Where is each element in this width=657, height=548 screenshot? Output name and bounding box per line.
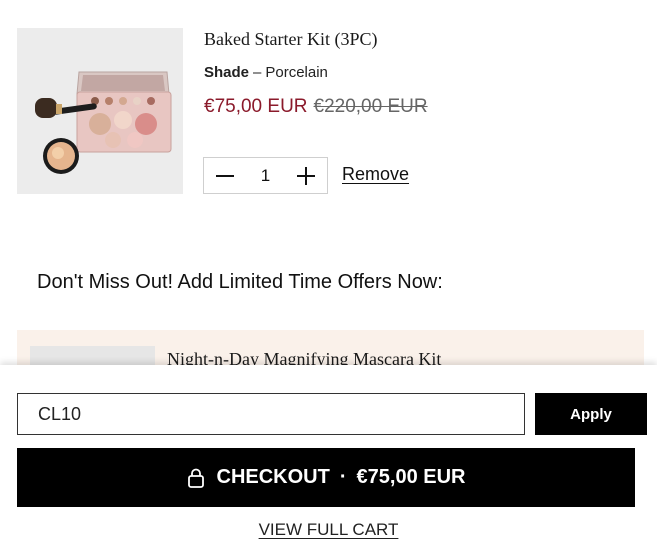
cart-item: Baked Starter Kit (3PC) Shade – Porcelain … — [0, 0, 657, 220]
shade-label: Shade — [204, 64, 250, 81]
shade-value: Porcelain — [265, 64, 328, 81]
quantity-stepper: 1 — [203, 157, 328, 194]
lock-icon — [187, 468, 204, 488]
sale-price: €75,00 EUR — [204, 96, 308, 117]
increase-quantity-button[interactable] — [297, 166, 315, 185]
checkout-panel: Apply CHECKOUT · €75,00 EUR VIEW FULL CA… — [0, 365, 657, 548]
product-prices: €75,00 EUR €220,00 EUR — [204, 96, 428, 118]
minus-icon — [216, 174, 234, 177]
plus-icon-vertical — [305, 166, 307, 185]
remove-link[interactable]: Remove — [342, 164, 409, 185]
product-shade: Shade – Porcelain — [204, 64, 328, 81]
shade-separator: – — [253, 64, 262, 81]
checkout-label: CHECKOUT — [216, 466, 330, 488]
original-price: €220,00 EUR — [313, 96, 428, 117]
checkout-total: €75,00 EUR — [356, 466, 466, 488]
decrease-quantity-button[interactable] — [216, 167, 234, 185]
product-title[interactable]: Baked Starter Kit (3PC) — [204, 29, 377, 50]
offers-heading: Don't Miss Out! Add Limited Time Offers … — [37, 271, 443, 293]
checkout-button[interactable]: CHECKOUT · €75,00 EUR — [17, 448, 635, 507]
apply-button[interactable]: Apply — [535, 393, 647, 435]
product-image[interactable] — [17, 28, 183, 194]
quantity-value[interactable]: 1 — [261, 166, 270, 186]
promo-code-input[interactable] — [17, 393, 525, 435]
view-full-cart-link[interactable]: VIEW FULL CART — [0, 520, 657, 540]
makeup-kit-icon — [35, 71, 172, 174]
checkout-separator: · — [339, 466, 347, 488]
